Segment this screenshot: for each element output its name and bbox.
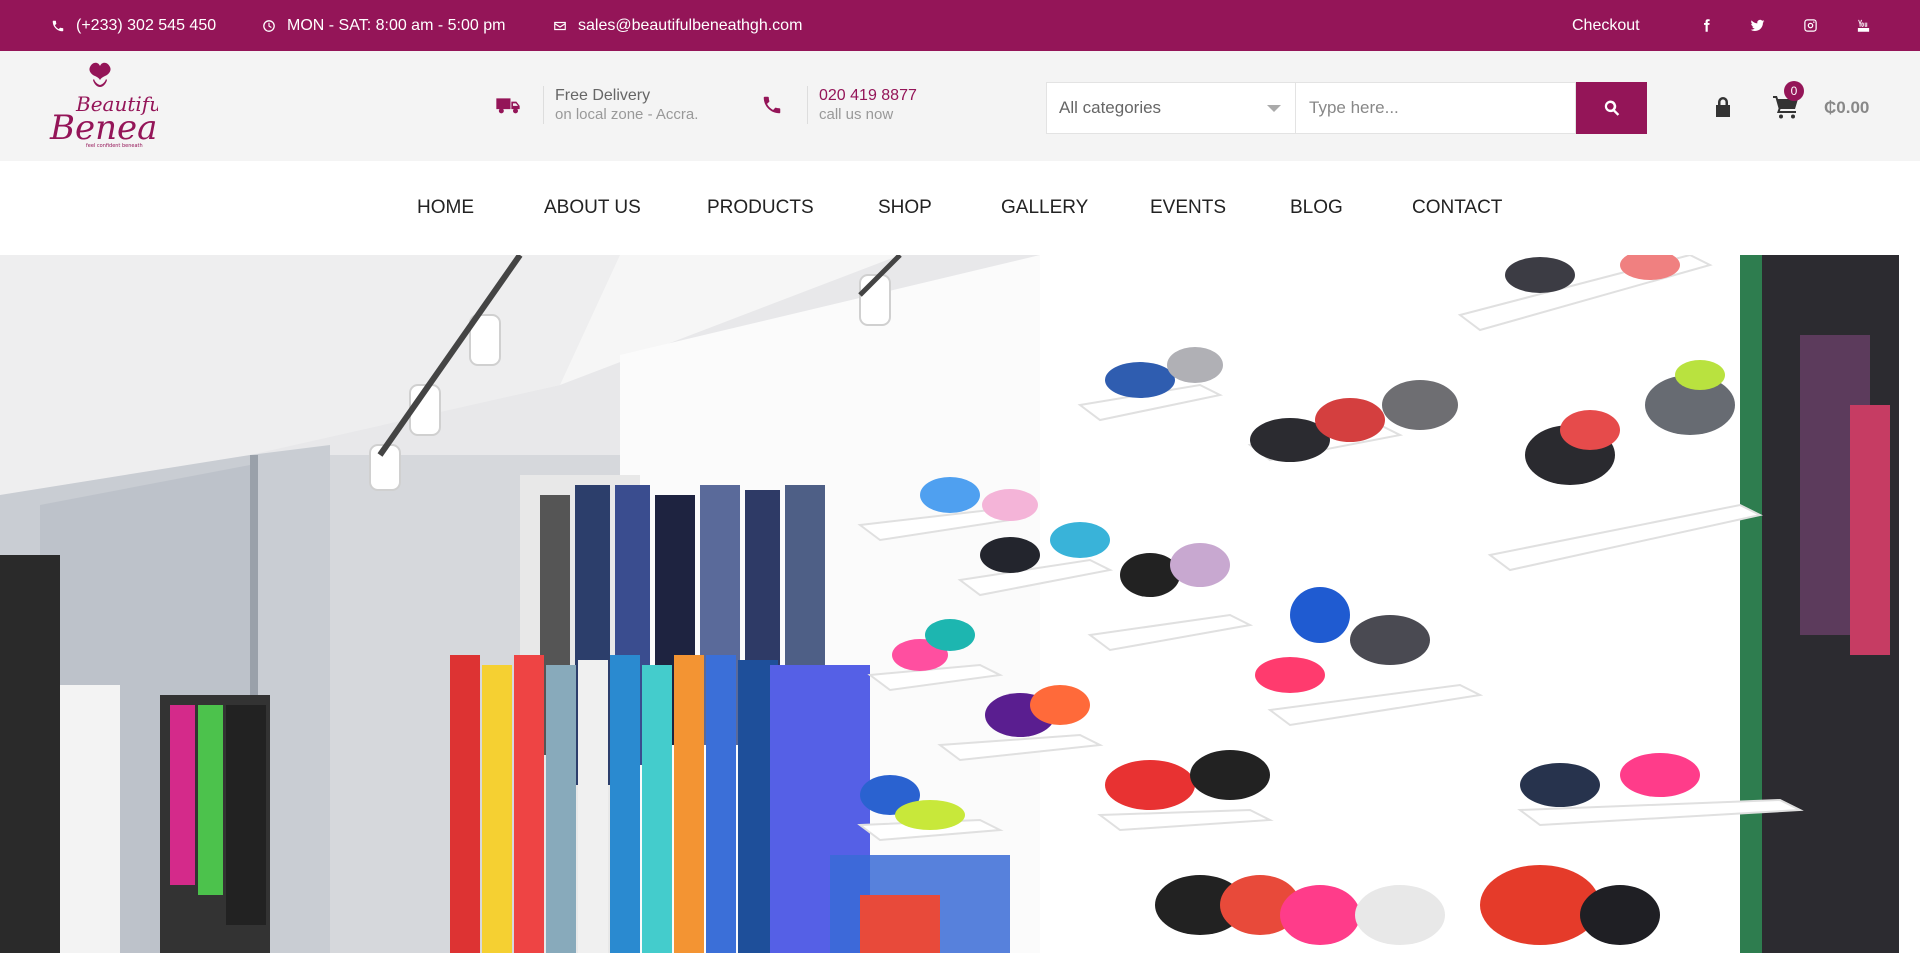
brand-logo[interactable]: Beautiful Beneath feel confident beneath: [46, 59, 193, 149]
twitter-icon[interactable]: [1744, 0, 1770, 51]
search-button[interactable]: [1576, 82, 1647, 134]
main-nav: HOME ABOUT US PRODUCTS SHOP GALLERY EVEN…: [0, 161, 1920, 255]
svg-text:Beneath: Beneath: [49, 108, 158, 148]
facebook-icon[interactable]: [1693, 0, 1719, 51]
search-bar: All categories: [1046, 82, 1647, 134]
category-selected: All categories: [1059, 98, 1162, 117]
truck-icon: [493, 90, 523, 120]
phone-icon: [757, 90, 787, 120]
lock-icon[interactable]: [1713, 95, 1733, 119]
nav-gallery[interactable]: GALLERY: [1001, 161, 1088, 255]
delivery-title: Free Delivery: [555, 87, 651, 104]
topbar-phone-text: (+233) 302 545 450: [76, 16, 217, 34]
search-input[interactable]: [1296, 82, 1576, 134]
topbar-phone[interactable]: (+233) 302 545 450: [50, 0, 216, 51]
chevron-down-icon: [1267, 104, 1281, 112]
nav-products[interactable]: PRODUCTS: [707, 161, 814, 255]
category-select[interactable]: All categories: [1046, 82, 1296, 134]
delivery-subtitle: on local zone - Accra.: [555, 106, 699, 123]
divider: [543, 86, 544, 124]
phone-icon: [50, 18, 66, 34]
nav-about-us[interactable]: ABOUT US: [544, 161, 641, 255]
page-scrollbar[interactable]: [1899, 255, 1920, 953]
clock-icon: [261, 18, 277, 34]
checkout-link[interactable]: Checkout: [1572, 0, 1640, 51]
checkout-link-label: Checkout: [1572, 16, 1640, 34]
nav-events[interactable]: EVENTS: [1150, 161, 1226, 255]
svg-text:feel confident beneath: feel confident beneath: [86, 143, 143, 149]
top-bar: (+233) 302 545 450 MON - SAT: 8:00 am - …: [0, 0, 1920, 51]
envelope-icon: [552, 18, 568, 34]
topbar-hours-text: MON - SAT: 8:00 am - 5:00 pm: [287, 16, 506, 34]
call-us-info[interactable]: 020 419 8877 call us now: [757, 86, 917, 124]
topbar-hours: MON - SAT: 8:00 am - 5:00 pm: [261, 0, 505, 51]
cart-count-badge: 0: [1784, 81, 1804, 101]
phone-number: 020 419 8877: [819, 87, 917, 104]
nav-home[interactable]: HOME: [417, 161, 474, 255]
nav-shop[interactable]: SHOP: [878, 161, 932, 255]
topbar-email[interactable]: sales@beautifulbeneathgh.com: [552, 0, 802, 51]
nav-contact[interactable]: CONTACT: [1412, 161, 1502, 255]
cart-total[interactable]: ₵0.00: [1824, 98, 1869, 118]
youtube-icon[interactable]: [1850, 0, 1876, 51]
instagram-icon[interactable]: [1797, 0, 1823, 51]
topbar-email-text: sales@beautifulbeneathgh.com: [578, 16, 803, 34]
divider: [807, 86, 808, 124]
site-header: Beautiful Beneath feel confident beneath…: [0, 51, 1920, 161]
free-delivery-info: Free Delivery on local zone - Accra.: [493, 86, 698, 124]
nav-blog[interactable]: BLOG: [1290, 161, 1343, 255]
hero-store-image: [0, 255, 1899, 953]
phone-subtitle: call us now: [819, 106, 894, 123]
search-icon: [1604, 100, 1619, 116]
